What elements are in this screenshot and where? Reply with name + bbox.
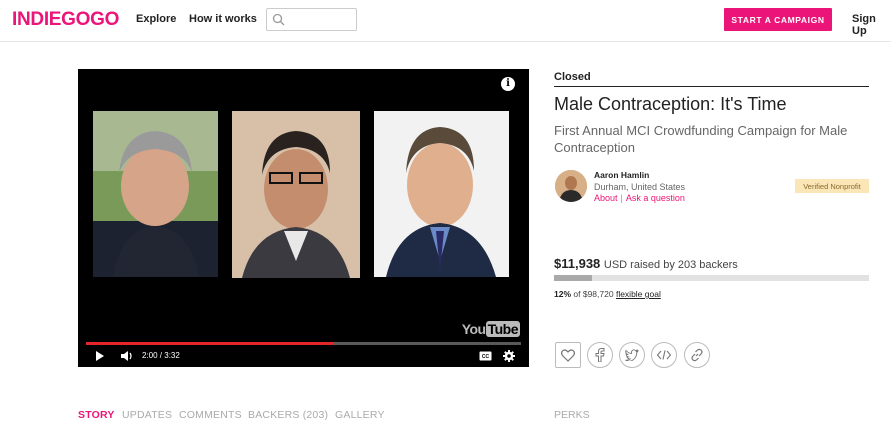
- ask-question-link[interactable]: Ask a question: [626, 193, 685, 203]
- funding-goal: 12% of $98,720 flexible goal: [554, 289, 661, 299]
- status-divider: [554, 86, 869, 87]
- owner-avatar[interactable]: [555, 170, 587, 202]
- site-header: INDIEGOGO Explore How it works START A C…: [0, 0, 891, 42]
- twitter-share-button[interactable]: [619, 342, 645, 368]
- funding-percent: 12%: [554, 289, 572, 299]
- tab-gallery[interactable]: GALLERY: [335, 409, 385, 421]
- video-frame-person-3: [374, 111, 509, 277]
- flexible-goal-link[interactable]: flexible goal: [616, 289, 661, 299]
- video-progress-bar[interactable]: [86, 342, 521, 345]
- tab-updates[interactable]: UPDATES: [122, 409, 172, 421]
- campaign-status: Closed: [554, 71, 591, 83]
- funding-goal-amount: of $98,720: [573, 289, 614, 299]
- facebook-icon: [595, 348, 605, 362]
- video-player[interactable]: i You Tube 2:00 / 3:32 CC: [78, 69, 529, 367]
- video-frame-person-1: [93, 111, 218, 277]
- play-icon[interactable]: [95, 350, 105, 362]
- video-frame-person-2: [232, 111, 360, 278]
- campaign-title: Male Contraception: It's Time: [554, 94, 787, 114]
- video-controls: 2:00 / 3:32 CC: [78, 348, 529, 366]
- perks-heading: PERKS: [554, 409, 590, 421]
- link-share-button[interactable]: [684, 342, 710, 368]
- funding-progress-fill: [554, 275, 592, 281]
- heart-icon: [561, 348, 575, 362]
- embed-icon: [657, 350, 671, 360]
- verified-nonprofit-badge: Verified Nonprofit: [795, 179, 869, 193]
- funding-details: USD raised by 203 backers: [603, 259, 738, 271]
- follow-heart-button[interactable]: [555, 342, 581, 368]
- search-icon: [272, 13, 285, 26]
- video-progress-fill: [86, 342, 334, 345]
- settings-gear-icon[interactable]: [503, 350, 515, 362]
- facebook-share-button[interactable]: [587, 342, 613, 368]
- svg-text:CC: CC: [482, 354, 490, 360]
- owner-links: About | Ask a question: [594, 193, 685, 203]
- funding-progress-bar: [554, 275, 869, 281]
- youtube-logo[interactable]: You Tube: [462, 321, 520, 337]
- tab-comments[interactable]: COMMENTS: [179, 409, 242, 421]
- campaign-subtitle: First Annual MCI Crowdfunding Campaign f…: [554, 123, 848, 155]
- twitter-icon: [625, 349, 639, 361]
- owner-location: Durham, United States: [594, 182, 686, 192]
- funding-summary: $11,938 USD raised by 203 backers: [554, 256, 738, 271]
- video-time: 2:00 / 3:32: [142, 351, 180, 360]
- info-icon[interactable]: i: [501, 77, 515, 91]
- link-icon: [691, 348, 703, 362]
- owner-links-separator: |: [620, 193, 623, 203]
- sign-up-link[interactable]: Sign Up: [852, 13, 891, 37]
- search-input[interactable]: [266, 8, 357, 31]
- nav-how-it-works[interactable]: How it works: [189, 13, 257, 25]
- volume-icon[interactable]: [120, 350, 133, 362]
- tab-story[interactable]: STORY: [78, 409, 115, 421]
- funding-amount: $11,938: [554, 256, 601, 271]
- about-link[interactable]: About: [594, 193, 618, 203]
- captions-icon[interactable]: CC: [479, 351, 492, 361]
- start-campaign-button[interactable]: START A CAMPAIGN: [724, 8, 832, 31]
- owner-name[interactable]: Aaron Hamlin: [594, 170, 649, 180]
- indiegogo-logo[interactable]: INDIEGOGO: [12, 9, 119, 31]
- tab-backers[interactable]: BACKERS (203): [248, 409, 328, 421]
- nav-explore[interactable]: Explore: [136, 13, 176, 25]
- embed-share-button[interactable]: [651, 342, 677, 368]
